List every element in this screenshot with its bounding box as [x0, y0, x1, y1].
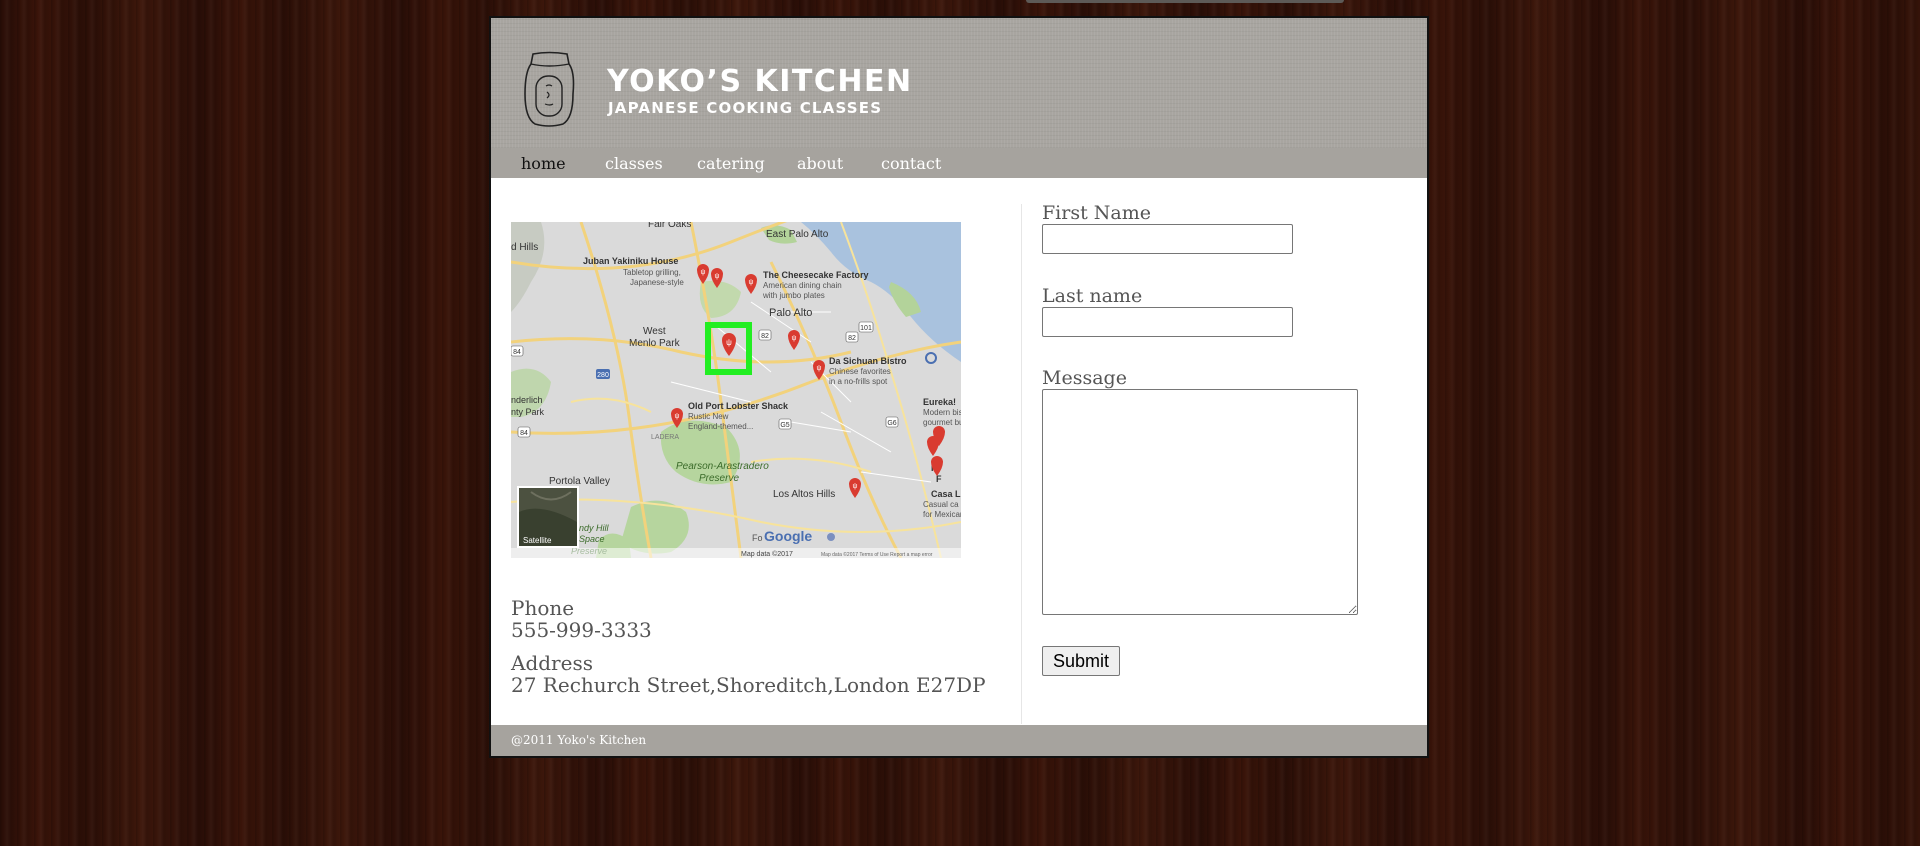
satellite-toggle[interactable]: Satellite [517, 486, 579, 548]
route-84-label: 84 [513, 349, 521, 356]
map-label-portola-valley: Portola Valley [549, 476, 610, 487]
svg-text:ψ: ψ [701, 269, 706, 276]
route-84b-label: 84 [520, 430, 528, 437]
map-label-da-sichuan-desc1: Chinese favorites [829, 367, 891, 376]
main-nav: home classes catering about contact [491, 148, 1427, 178]
first-name-label: First Name [1042, 202, 1151, 224]
map-label-juban-desc2: Japanese-style [630, 278, 684, 287]
svg-text:ψ: ψ [749, 279, 754, 286]
map-label-old-port: Old Port Lobster Shack [688, 401, 789, 411]
svg-text:ψ: ψ [726, 338, 732, 347]
map-label-juban: Juban Yakiniku House [583, 256, 678, 266]
map-label-nderlich: nderlich [511, 395, 543, 405]
map-label-space: Space [579, 534, 605, 544]
footer-copyright: @2011 Yoko's Kitchen [511, 733, 647, 747]
message-label: Message [1042, 367, 1127, 389]
phone-label: Phone [511, 596, 575, 620]
map-label-windy-hill: ndy Hill [579, 523, 610, 533]
map-label-old-port-desc1: Rustic New [688, 412, 729, 421]
last-name-field[interactable] [1042, 307, 1293, 337]
map-label-hills: d Hills [511, 242, 538, 253]
map-label-eureka-desc1: Modern bistro [923, 408, 961, 417]
satellite-label: Satellite [523, 536, 552, 545]
map-label-pearson: Pearson-Arastradero [676, 461, 769, 472]
message-field[interactable] [1042, 389, 1358, 615]
nav-item-about[interactable]: about [797, 154, 843, 173]
svg-text:ψ: ψ [675, 413, 680, 420]
map-label-nty-park: nty Park [511, 407, 545, 417]
map-label-los-altos-hills: Los Altos Hills [773, 489, 835, 500]
brand-subtitle: JAPANESE COOKING CLASSES [608, 99, 883, 117]
address-label: Address [511, 651, 593, 675]
route-g6-label: G6 [887, 420, 896, 427]
map-label-cheesecake-desc2: with jumbo plates [762, 291, 825, 300]
map-label-old-port-desc2: England-themed... [688, 422, 753, 431]
nav-item-classes[interactable]: classes [605, 154, 663, 173]
nav-item-home[interactable]: home [521, 154, 566, 173]
column-divider [1021, 204, 1022, 724]
header: YOKO’S KITCHEN JAPANESE COOKING CLASSES [491, 18, 1427, 148]
browser-top-edge [1026, 0, 1344, 3]
map-label-west: West [643, 326, 666, 337]
route-101-label: 101 [860, 325, 872, 332]
map-label-casa-desc2: for Mexican [923, 510, 961, 519]
first-name-field[interactable] [1042, 224, 1293, 254]
route-82b-label: 82 [848, 335, 856, 342]
map-label-da-sichuan: Da Sichuan Bistro [829, 356, 907, 366]
svg-text:ψ: ψ [792, 335, 797, 342]
svg-text:ψ: ψ [853, 483, 858, 490]
map-embed[interactable]: 101 82 84 280 84 82 G5 G6 Fair Oaks East… [511, 222, 961, 558]
svg-text:ψ: ψ [817, 365, 822, 372]
map-label-palo-alto: Palo Alto [769, 307, 812, 319]
map-label-cheesecake: The Cheesecake Factory [763, 270, 869, 280]
phone-value: 555-999-3333 [511, 618, 652, 642]
route-82-label: 82 [761, 333, 769, 340]
route-g5-label: G5 [780, 422, 789, 429]
map-label-ladera: LADERA [651, 434, 679, 441]
nav-item-contact[interactable]: contact [881, 154, 941, 173]
svg-text:ψ: ψ [715, 273, 720, 280]
nav-item-catering[interactable]: catering [697, 154, 765, 173]
google-logo: Google [764, 528, 812, 544]
map-label-preserve: Preserve [699, 473, 739, 484]
map-label-da-sichuan-desc2: in a no-frills spot [829, 377, 888, 386]
map-label-fair-oaks: Fair Oaks [648, 222, 691, 230]
map-terms-label[interactable]: Map data ©2017 Terms of Use Report a map… [821, 551, 933, 558]
map-label-juban-desc1: Tabletop grilling, [623, 268, 681, 277]
map-label-eureka-desc2: gourmet burg [923, 418, 961, 427]
submit-button[interactable]: Submit [1042, 646, 1120, 676]
brand-title: YOKO’S KITCHEN [607, 64, 913, 99]
map-label-east-palo-alto: East Palo Alto [766, 229, 829, 240]
logo-icon [524, 51, 575, 127]
map-label-menlo-park: Menlo Park [629, 338, 681, 349]
map-fo-fragment: Fo [752, 533, 763, 543]
route-280-label: 280 [597, 372, 609, 379]
footer: @2011 Yoko's Kitchen [491, 725, 1427, 756]
map-label-eureka: Eureka! [923, 397, 956, 407]
map-label-cheesecake-desc1: American dining chain [763, 281, 842, 290]
map-label-casa: Casa L [931, 489, 961, 499]
page-container: YOKO’S KITCHEN JAPANESE COOKING CLASSES … [489, 16, 1429, 758]
address-value: 27 Rechurch Street,Shoreditch,London E27… [511, 673, 986, 697]
last-name-label: Last name [1042, 285, 1143, 307]
map-label-casa-desc1: Casual ca [923, 500, 959, 509]
map-data-label: Map data ©2017 [741, 550, 793, 558]
